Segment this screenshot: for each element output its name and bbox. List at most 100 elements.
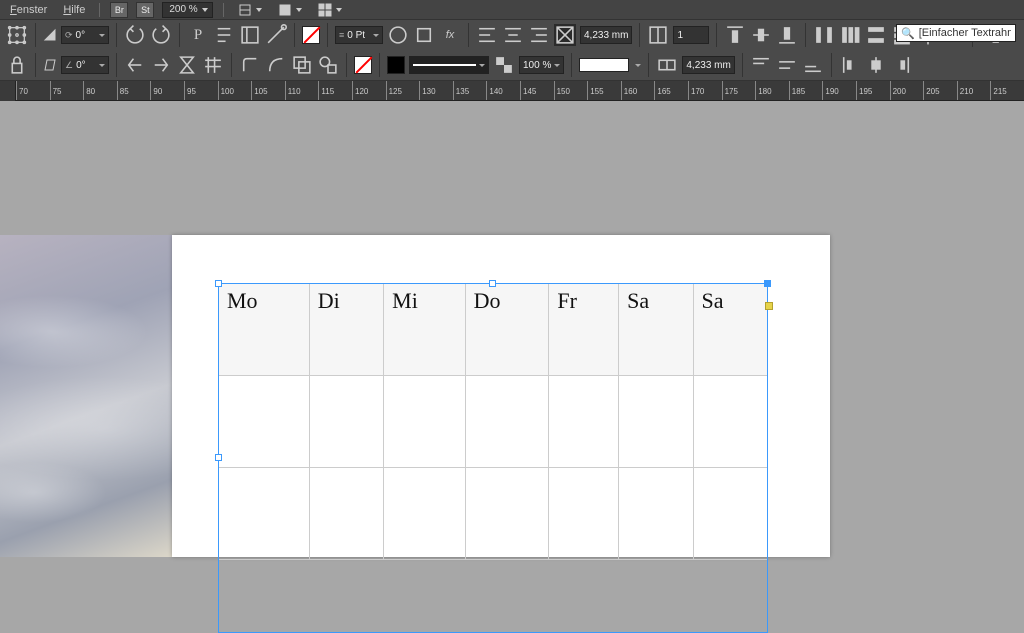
overset-text-indicator[interactable] xyxy=(765,302,773,310)
ruler-tick: 200 xyxy=(890,81,892,101)
ruler-origin[interactable] xyxy=(0,81,16,101)
align-right-icon[interactable] xyxy=(528,24,550,46)
ref-lock-icon[interactable] xyxy=(6,54,28,76)
selection-handle[interactable] xyxy=(764,280,771,287)
chevron-down-icon xyxy=(296,8,302,12)
selection-handle[interactable] xyxy=(215,280,222,287)
menu-hilfe[interactable]: Hilfe xyxy=(59,4,89,16)
stock-button[interactable]: St xyxy=(136,2,154,18)
ruler-tick: 155 xyxy=(587,81,589,101)
text-valign-mid[interactable] xyxy=(776,54,798,76)
menubar: Fenster Hilfe Br St 200 % xyxy=(0,0,1024,20)
ruler-tick: 110 xyxy=(285,81,287,101)
view-options-dropdown[interactable] xyxy=(234,2,266,18)
selection-handle[interactable] xyxy=(215,454,222,461)
undo-button[interactable] xyxy=(124,24,146,46)
arrange-dropdown[interactable] xyxy=(314,2,346,18)
stroke-align-button[interactable] xyxy=(413,24,435,46)
prev-icon[interactable] xyxy=(124,54,146,76)
distribute-3[interactable] xyxy=(865,24,887,46)
stroke-swatch-none[interactable] xyxy=(354,56,372,74)
ruler-tick: 135 xyxy=(453,81,455,101)
grid-icon[interactable] xyxy=(202,54,224,76)
menu-fenster[interactable]: Fenster xyxy=(6,4,51,16)
align-center-icon[interactable] xyxy=(502,24,524,46)
frame-fit-icon[interactable] xyxy=(554,24,576,46)
opacity-icon[interactable] xyxy=(493,54,515,76)
next-icon[interactable] xyxy=(150,54,172,76)
corner-radius-icon[interactable] xyxy=(265,54,287,76)
opacity-field[interactable]: 100 % xyxy=(519,56,564,74)
control-panel: ⟳ 0° P ≡ 0 Pt fx 4,233 mm xyxy=(0,20,1024,81)
insert-icon[interactable] xyxy=(265,24,287,46)
cell-width-field[interactable]: 4,233 mm xyxy=(682,56,734,74)
dist-h-3[interactable] xyxy=(891,54,913,76)
timer-icon[interactable] xyxy=(176,54,198,76)
column-count-field[interactable]: 1 xyxy=(673,26,709,44)
distribute-2[interactable] xyxy=(839,24,861,46)
horizontal-ruler[interactable]: 7075808590951001051101151201251301351401… xyxy=(0,81,1024,101)
dist-h-2[interactable] xyxy=(865,54,887,76)
align-left-icon[interactable] xyxy=(476,24,498,46)
ruler-tick: 205 xyxy=(923,81,925,101)
stroke-swatch-black[interactable] xyxy=(387,56,405,74)
ruler-tick: 95 xyxy=(184,81,186,101)
selection-frame[interactable] xyxy=(218,283,768,633)
stroke-style-dropdown[interactable] xyxy=(409,56,489,74)
columns-icon[interactable] xyxy=(647,24,669,46)
text-valign-bot[interactable] xyxy=(802,54,824,76)
ruler-tick: 70 xyxy=(16,81,18,101)
divider xyxy=(99,3,100,17)
ruler-tick: 75 xyxy=(50,81,52,101)
chevron-down-icon xyxy=(554,64,560,67)
screen-mode-dropdown[interactable] xyxy=(274,2,306,18)
redo-button[interactable] xyxy=(150,24,172,46)
stroke-style-button[interactable] xyxy=(387,24,409,46)
chevron-down-icon xyxy=(635,64,641,67)
valign-center-icon[interactable] xyxy=(750,24,772,46)
ruler-tick: 150 xyxy=(554,81,556,101)
divider xyxy=(223,3,224,17)
ruler-tick: 145 xyxy=(520,81,522,101)
ruler-tick: 215 xyxy=(990,81,992,101)
quick-apply-search[interactable]: 🔍 [Einfacher Textrahmen]+ xyxy=(896,24,1016,42)
color-swatch-white[interactable] xyxy=(579,58,629,72)
pilcrow-icon[interactable] xyxy=(213,24,235,46)
shear-angle-field[interactable]: ∠ 0° xyxy=(61,56,109,74)
text-valign-top[interactable] xyxy=(750,54,772,76)
cell-height-field[interactable]: 4,233 mm xyxy=(580,26,632,44)
stroke-weight-field[interactable]: ≡ 0 Pt xyxy=(335,26,383,44)
convert-shape-icon[interactable] xyxy=(317,54,339,76)
fill-swatch-none[interactable] xyxy=(302,26,320,44)
search-placeholder: [Einfacher Textrahmen]+ xyxy=(919,27,1011,39)
char-panel-button[interactable]: P xyxy=(187,24,209,46)
document-workspace[interactable]: Mo Di Mi Do Fr Sa Sa xyxy=(0,101,1024,557)
distribute-1[interactable] xyxy=(813,24,835,46)
ruler-tick: 165 xyxy=(654,81,656,101)
shear-icon xyxy=(43,58,57,72)
rotation-angle-field[interactable]: ⟳ 0° xyxy=(61,26,109,44)
corner-options-icon[interactable] xyxy=(239,54,261,76)
text-flow-icon[interactable] xyxy=(239,24,261,46)
bridge-button[interactable]: Br xyxy=(110,2,128,18)
ruler-tick: 185 xyxy=(789,81,791,101)
chevron-down-icon xyxy=(256,8,262,12)
fx-button[interactable]: fx xyxy=(439,24,461,46)
ruler-tick: 210 xyxy=(957,81,959,101)
ruler-tick: 140 xyxy=(486,81,488,101)
ruler-tick: 190 xyxy=(822,81,824,101)
placed-image[interactable] xyxy=(0,235,172,557)
pathfinder-icon[interactable] xyxy=(291,54,313,76)
dist-h-1[interactable] xyxy=(839,54,861,76)
cell-width-icon[interactable] xyxy=(656,54,678,76)
zoom-level-dropdown[interactable]: 200 % xyxy=(162,2,212,18)
valign-top-icon[interactable] xyxy=(724,24,746,46)
chevron-down-icon xyxy=(336,8,342,12)
ref-point-selector[interactable] xyxy=(6,24,28,46)
ruler-tick: 175 xyxy=(722,81,724,101)
zoom-value: 200 % xyxy=(169,4,197,15)
search-icon: 🔍 xyxy=(901,27,915,40)
selection-handle[interactable] xyxy=(489,280,496,287)
ruler-tick: 195 xyxy=(856,81,858,101)
valign-bottom-icon[interactable] xyxy=(776,24,798,46)
